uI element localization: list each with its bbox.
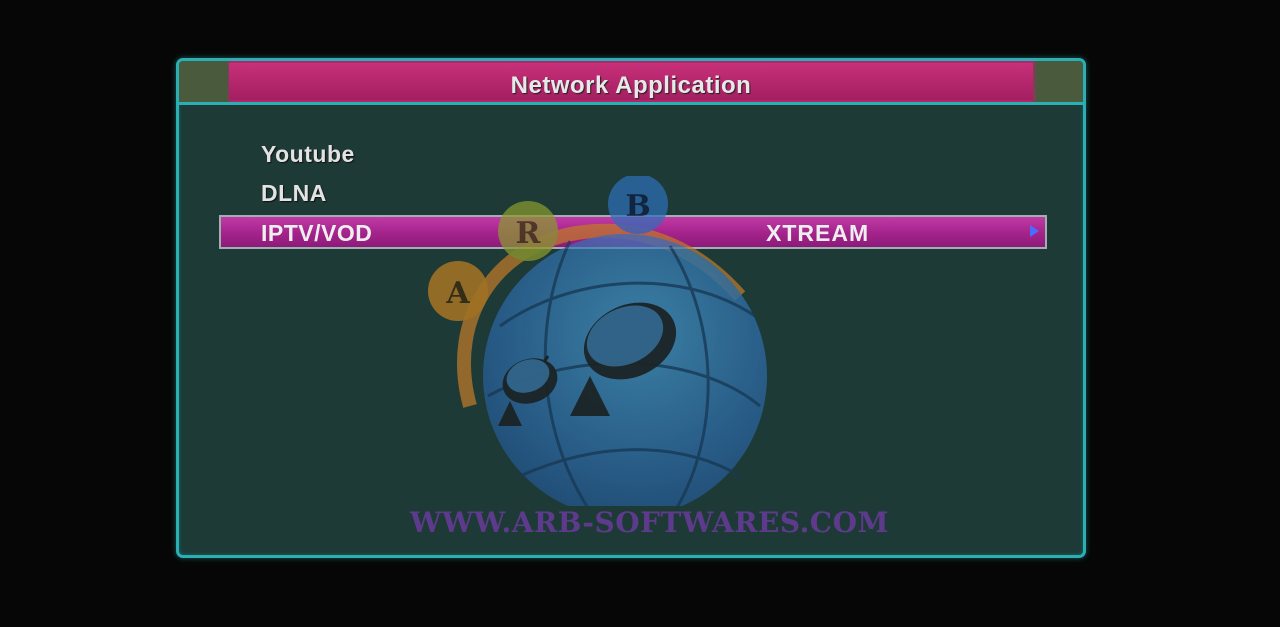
dialog-title: Network Application: [510, 72, 752, 99]
watermark-url: WWW.ARB-SOFTWARES.COM: [410, 506, 889, 539]
arrow-right-icon[interactable]: [1030, 225, 1039, 237]
menu-item-dlna[interactable]: DLNA: [261, 180, 327, 207]
logo-letter-a: A: [445, 276, 470, 311]
arb-logo-watermark: A R B: [428, 176, 767, 506]
menu-item-value: XTREAM: [766, 220, 870, 246]
logo-letter-r: R: [516, 216, 542, 251]
logo-letter-b: B: [625, 189, 650, 224]
menu-item-youtube[interactable]: Youtube: [261, 141, 355, 168]
menu-item-label: IPTV/VOD: [261, 220, 373, 246]
tv-screen: Network Application Youtube DLNA IPTV/VO…: [0, 0, 1280, 627]
title-bar: Network Application: [179, 61, 1083, 105]
